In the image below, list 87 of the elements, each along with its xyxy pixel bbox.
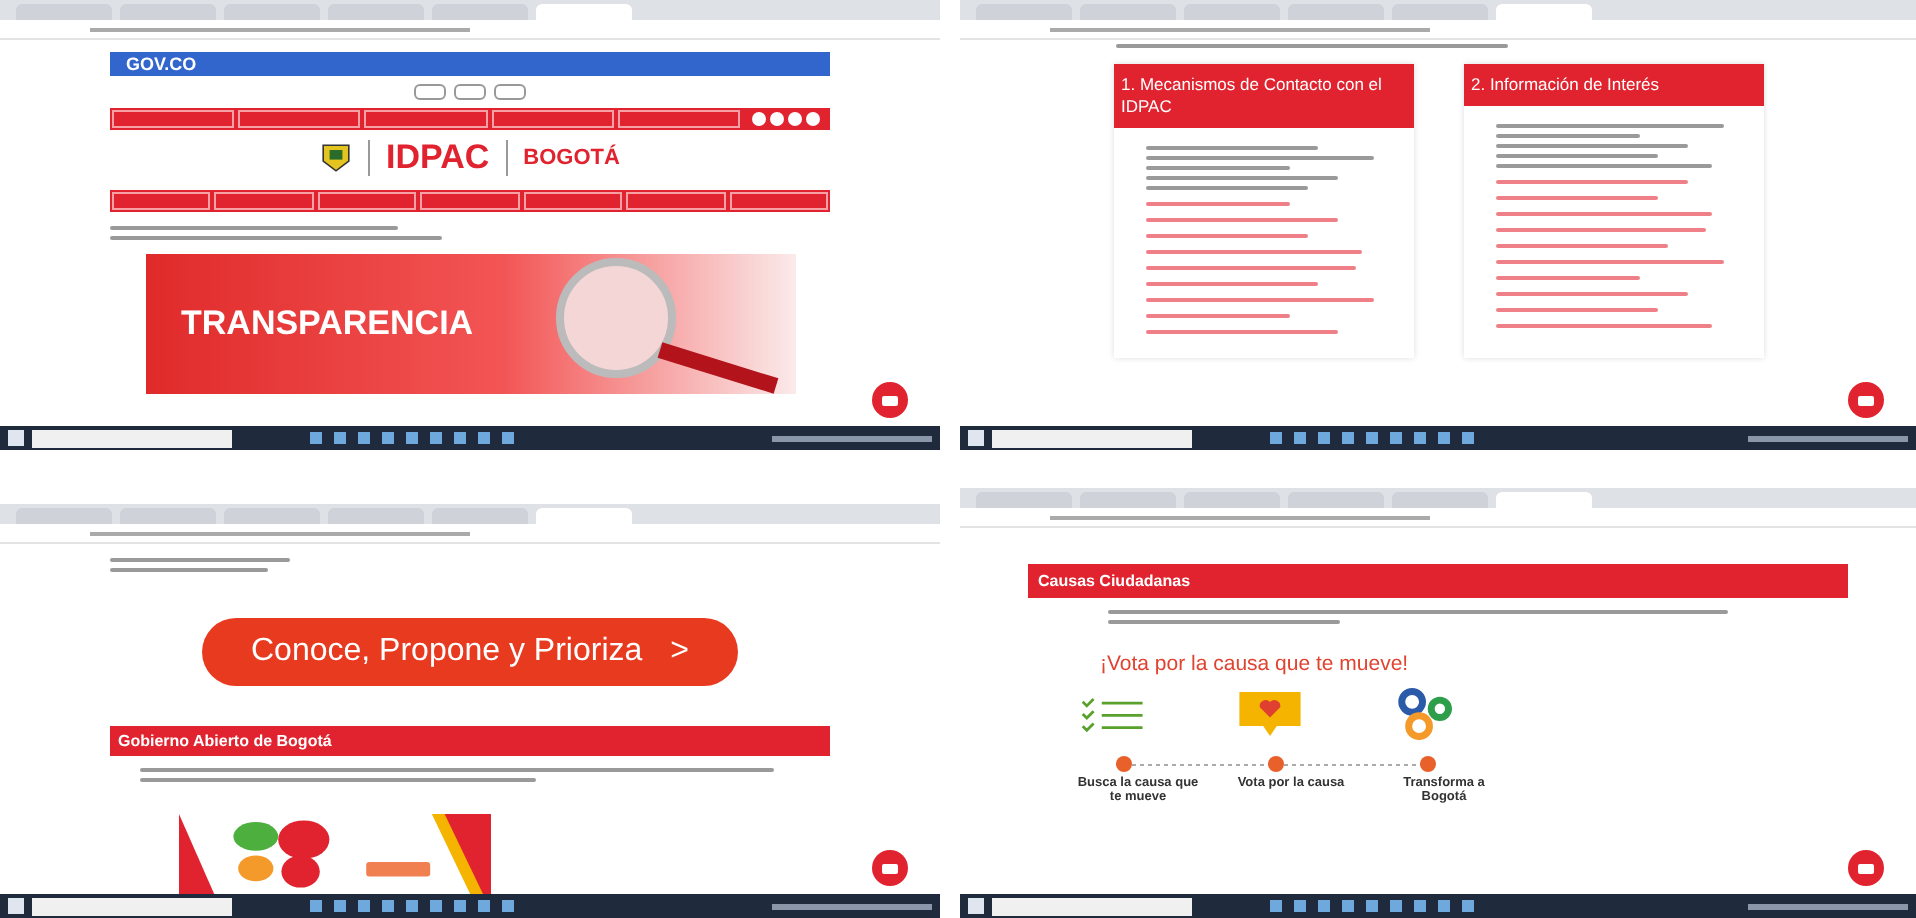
taskbar-search-field[interactable]	[992, 897, 1192, 915]
nav-item[interactable]	[420, 192, 520, 210]
browser-tab[interactable]	[976, 4, 1072, 20]
browser-tab[interactable]	[1184, 492, 1280, 508]
banner-title: TRANSPARENCIA	[181, 304, 474, 344]
link-line[interactable]	[1495, 212, 1711, 217]
paragraph-line	[1145, 166, 1289, 171]
accessibility-button[interactable]	[454, 84, 486, 100]
nav-item[interactable]	[491, 110, 614, 128]
windows-icon[interactable]	[8, 430, 24, 446]
browser-tab[interactable]	[224, 4, 320, 20]
browser-tab[interactable]	[16, 4, 112, 20]
shield-icon	[320, 142, 353, 174]
taskbar-search-field[interactable]	[32, 429, 232, 447]
link-line[interactable]	[1145, 202, 1289, 207]
card-title: 1. Mecanismos de Contacto con el IDPAC	[1113, 64, 1413, 129]
link-line[interactable]	[1495, 276, 1639, 281]
browser-tab[interactable]	[432, 508, 528, 524]
chat-button[interactable]	[1848, 382, 1884, 418]
nav-item[interactable]	[729, 192, 828, 210]
city-logo-text: BOGOTÁ	[523, 146, 620, 170]
windows-icon[interactable]	[968, 430, 984, 446]
link-line[interactable]	[1495, 260, 1723, 265]
nav-item[interactable]	[626, 192, 726, 210]
browser-tab[interactable]	[1288, 492, 1384, 508]
gov-logo[interactable]: GOV.CO	[126, 54, 197, 74]
browser-tab[interactable]	[120, 4, 216, 20]
link-line[interactable]	[1145, 314, 1289, 319]
browser-tab[interactable]	[1184, 4, 1280, 20]
browser-tab[interactable]	[1392, 492, 1488, 508]
taskbar-search-field[interactable]	[992, 429, 1192, 447]
browser-tab[interactable]	[328, 508, 424, 524]
link-line[interactable]	[1495, 180, 1687, 185]
link-line[interactable]	[1495, 196, 1659, 201]
section-heading: Gobierno Abierto de Bogotá	[110, 726, 830, 756]
heart-bubble-icon	[1236, 688, 1304, 740]
nav-item[interactable]	[317, 192, 417, 210]
cta-button[interactable]: Conoce, Propone y Prioriza >	[202, 618, 738, 686]
slogan: ¡Vota por la causa que te mueve!	[1100, 652, 1409, 676]
link-line[interactable]	[1145, 298, 1373, 303]
taskbar-search-field[interactable]	[32, 897, 232, 915]
link-line[interactable]	[1145, 266, 1357, 271]
chat-button[interactable]	[872, 850, 908, 886]
nav-item[interactable]	[364, 110, 488, 128]
windows-icon[interactable]	[8, 898, 24, 914]
link-line[interactable]	[1495, 324, 1711, 329]
chat-button[interactable]	[872, 382, 908, 418]
browser-tab[interactable]	[432, 4, 528, 20]
link-line[interactable]	[1495, 228, 1707, 233]
nav-item[interactable]	[112, 192, 211, 210]
windows-icon[interactable]	[968, 898, 984, 914]
browser-tab[interactable]	[1392, 4, 1488, 20]
nav-item[interactable]	[617, 110, 741, 128]
browser-tab[interactable]	[1080, 4, 1176, 20]
link-line[interactable]	[1495, 292, 1687, 297]
link-line[interactable]	[1145, 234, 1309, 239]
link-line[interactable]	[1495, 244, 1668, 249]
accessibility-button[interactable]	[414, 84, 446, 100]
browser-tab[interactable]	[1496, 492, 1592, 508]
browser-tab[interactable]	[1288, 4, 1384, 20]
browser-tab[interactable]	[1080, 492, 1176, 508]
nav-item[interactable]	[523, 192, 623, 210]
browser-tab[interactable]	[536, 4, 632, 20]
browser-tab[interactable]	[536, 508, 632, 524]
chat-button[interactable]	[1848, 850, 1884, 886]
paragraph-line	[1495, 134, 1639, 139]
browser-tab[interactable]	[120, 508, 216, 524]
browser-tab[interactable]	[16, 508, 112, 524]
section-heading: Causas Ciudadanas	[1028, 564, 1848, 598]
link-line[interactable]	[1145, 218, 1337, 223]
link-line[interactable]	[1495, 308, 1659, 313]
step-circle	[1116, 756, 1132, 772]
step-circle	[1268, 756, 1284, 772]
nav-item[interactable]	[112, 110, 235, 128]
accessibility-button[interactable]	[494, 84, 526, 100]
nav-item[interactable]	[238, 110, 361, 128]
browser-tab[interactable]	[224, 508, 320, 524]
card-title: 2. Información de Interés	[1463, 64, 1763, 107]
link-line[interactable]	[1145, 282, 1318, 287]
browser-tab[interactable]	[976, 492, 1072, 508]
nav-item[interactable]	[214, 192, 314, 210]
browser-tab[interactable]	[328, 4, 424, 20]
step-circle	[1420, 756, 1436, 772]
browser-tab[interactable]	[1496, 4, 1592, 20]
logo-text: IDPAC	[386, 138, 490, 178]
link-line[interactable]	[1145, 330, 1337, 335]
link-line[interactable]	[1145, 250, 1361, 255]
